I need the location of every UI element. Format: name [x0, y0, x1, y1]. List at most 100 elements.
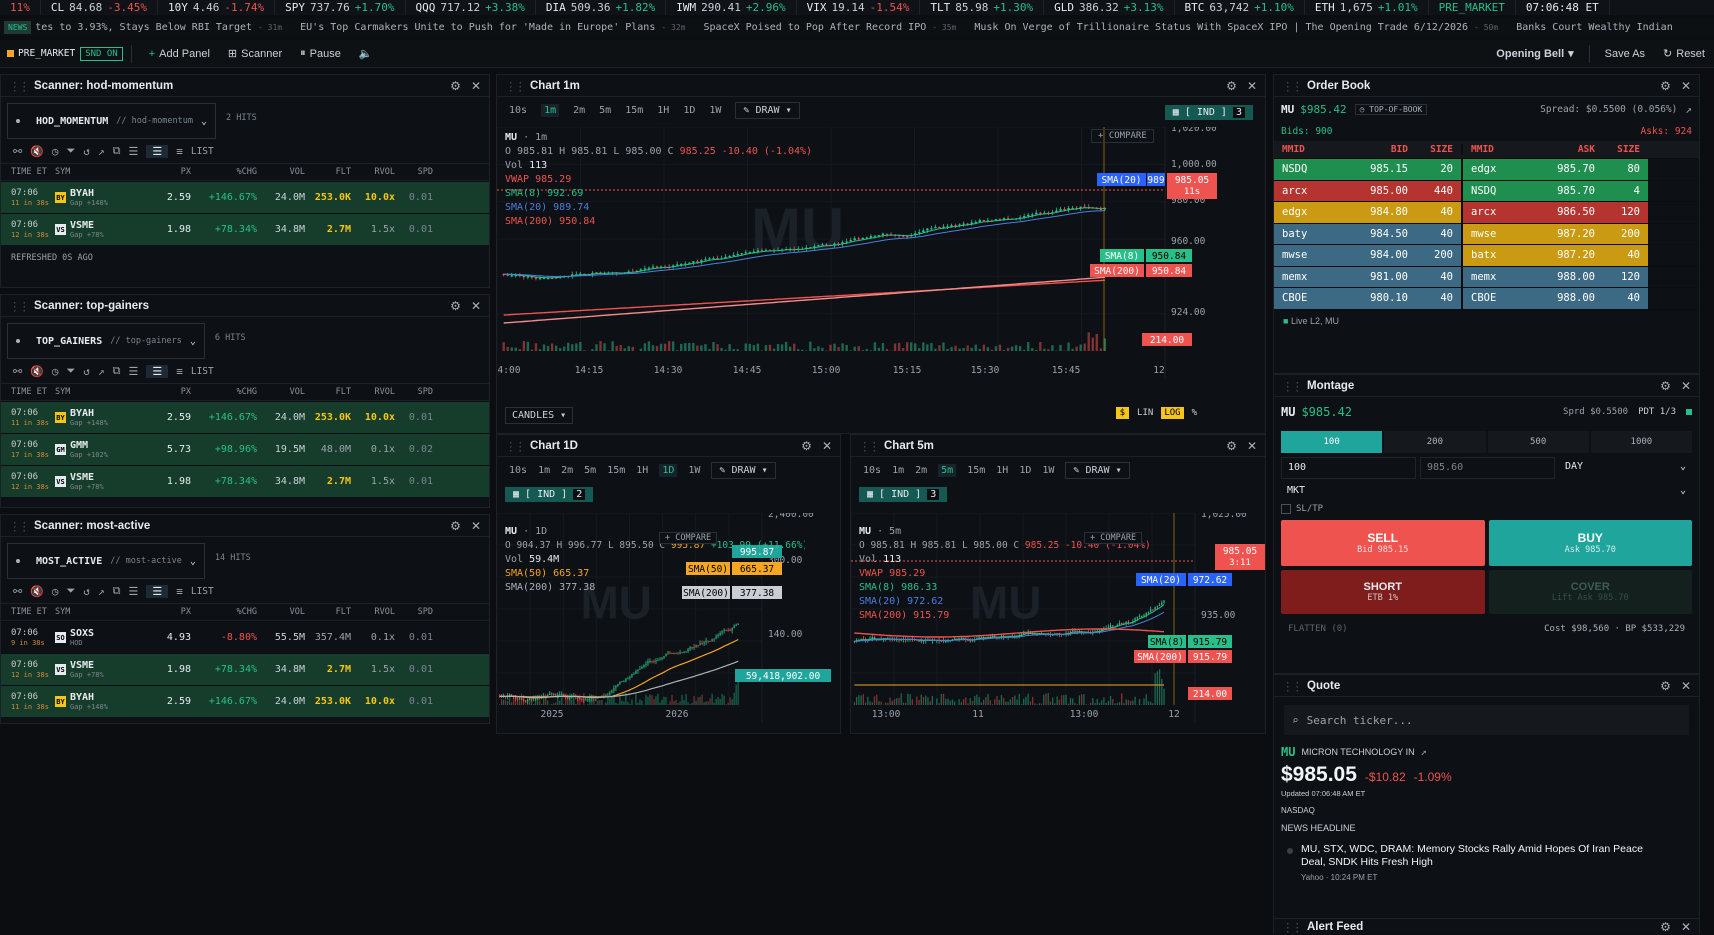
column-header-cell[interactable]: %CHG	[191, 167, 257, 177]
compare-button[interactable]: + COMPARE	[659, 532, 717, 544]
ticker-item[interactable]: 10Y4.46-1.74%	[158, 0, 275, 15]
copy-icon[interactable]: ⧉	[113, 584, 121, 598]
clock-icon[interactable]: ◷	[52, 585, 59, 598]
external-link-icon[interactable]: ↗	[1421, 747, 1427, 758]
external-link-icon[interactable]: ↗	[98, 585, 105, 598]
timeframe-1H[interactable]: 1H	[657, 105, 669, 116]
copy-icon[interactable]: ⧉	[113, 144, 121, 158]
table-row[interactable]: 07:069 in 38sSOSOXSHOD4.93-8.80%55.5M357…	[1, 621, 489, 653]
timeframe-1D[interactable]: 1D	[1019, 465, 1031, 476]
cover-button[interactable]: COVERLift Ask 985.70	[1489, 570, 1693, 614]
search-input[interactable]: Search ticker...	[1307, 714, 1413, 727]
column-header-cell[interactable]: FLT	[305, 607, 351, 617]
ob-row[interactable]: baty984.5040mwse987.20200	[1274, 224, 1699, 246]
news-headline-item[interactable]: MU, STX, WDC, DRAM: Memory Stocks Rally …	[1274, 833, 1699, 882]
indicators-button[interactable]: ▦[ IND ]3	[859, 487, 947, 502]
mute-icon[interactable]: 🔇	[30, 365, 44, 378]
pause-button[interactable]: ⏸Pause	[291, 43, 350, 65]
column-header-cell[interactable]: SPD	[395, 387, 433, 397]
clock-icon[interactable]: ◷	[52, 145, 59, 158]
list-view-button[interactable]: LIST	[191, 366, 214, 377]
volume-button[interactable]: 🔈	[350, 43, 382, 65]
timeframe-1m[interactable]: 1m	[538, 465, 550, 476]
close-icon[interactable]: ✕	[1681, 379, 1691, 393]
column-header-cell[interactable]: %CHG	[191, 387, 257, 397]
ticker-item[interactable]: GLD386.32+3.13%	[1044, 0, 1174, 15]
news-item[interactable]: SpaceX Poised to Pop After Record IPO - …	[703, 19, 974, 36]
qty-preset-100[interactable]: 100	[1281, 431, 1382, 453]
close-icon[interactable]: ✕	[471, 79, 481, 93]
column-header-cell[interactable]: PX	[143, 167, 191, 177]
news-item[interactable]: Banks Court Wealthy Indian	[1516, 19, 1691, 36]
column-header-cell[interactable]: TIME ET	[11, 167, 55, 177]
table-row[interactable]: 07:0612 in 38sVSVSMEGap +78%1.98+78.34%3…	[1, 653, 489, 685]
mute-icon[interactable]: 🔇	[30, 585, 44, 598]
timeframe-1W[interactable]: 1W	[688, 465, 700, 476]
draw-tool-button[interactable]: ✎ DRAW ▾	[711, 462, 775, 479]
timeframe-2m[interactable]: 2m	[561, 465, 573, 476]
table-row[interactable]: 07:0612 in 38sVSVSMEGap +78%1.98+78.34%3…	[1, 213, 489, 245]
timeframe-2m[interactable]: 2m	[915, 465, 927, 476]
compact-view-icon[interactable]: ≡	[176, 145, 183, 158]
ob-row[interactable]: CBOE980.1040CBOE988.0040	[1274, 288, 1699, 310]
column-header-cell[interactable]: FLT	[305, 387, 351, 397]
indicators-button[interactable]: ▦[ IND ]2	[505, 487, 593, 502]
close-icon[interactable]: ✕	[1247, 439, 1257, 453]
history-icon[interactable]: ↺	[83, 365, 90, 378]
indicators-button[interactable]: ▦[ IND ]3	[1165, 105, 1253, 120]
gear-icon[interactable]: ⚙	[450, 79, 461, 93]
view-toggle-icon[interactable]: ☰	[146, 365, 168, 378]
filter-icon[interactable]: ⏷	[67, 584, 76, 598]
ticker-item[interactable]: VIX19.14-1.54%	[797, 0, 921, 15]
mute-icon[interactable]: 🔇	[30, 145, 44, 158]
column-header-cell[interactable]: VOL	[257, 167, 305, 177]
column-header-cell[interactable]: PX	[143, 607, 191, 617]
layout-select[interactable]: Opening Bell▾	[1487, 43, 1582, 65]
gear-icon[interactable]: ⚙	[1660, 79, 1671, 93]
gear-icon[interactable]: ⚙	[1660, 920, 1671, 934]
history-icon[interactable]: ↺	[83, 585, 90, 598]
ob-row[interactable]: arcx985.00440NSDQ985.704	[1274, 181, 1699, 203]
link-icon[interactable]: ⚯	[13, 145, 22, 158]
timeframe-1D[interactable]: 1D	[659, 464, 677, 477]
column-header-cell[interactable]: VOL	[257, 607, 305, 617]
order-type-select[interactable]: MKT⌄	[1274, 481, 1699, 500]
save-as-button[interactable]: Save As	[1596, 43, 1654, 65]
limit-price-input[interactable]: 985.60	[1420, 457, 1555, 479]
ob-row[interactable]: memx981.0040memx988.00120	[1274, 267, 1699, 289]
gear-icon[interactable]: ⚙	[1226, 439, 1237, 453]
column-header-cell[interactable]: RVOL	[351, 167, 395, 177]
close-icon[interactable]: ✕	[1247, 79, 1257, 93]
draw-tool-button[interactable]: ✎ DRAW ▾	[735, 102, 799, 119]
close-icon[interactable]: ✕	[1681, 679, 1691, 693]
ticker-item[interactable]: IWM290.41+2.96%	[666, 0, 796, 15]
timeframe-1H[interactable]: 1H	[636, 465, 648, 476]
menu-icon[interactable]: ☰	[128, 585, 138, 598]
scanner-select[interactable]: MOST_ACTIVE// most-active⌄	[7, 543, 205, 579]
close-icon[interactable]: ✕	[1681, 920, 1691, 934]
tif-select[interactable]: DAY⌄	[1559, 457, 1692, 479]
ticker-item[interactable]: BTC63,742+1.10%	[1175, 0, 1305, 15]
column-header-cell[interactable]: RVOL	[351, 607, 395, 617]
scale-lin[interactable]: LIN	[1135, 407, 1155, 419]
timeframe-15m[interactable]: 15m	[625, 105, 643, 116]
qty-preset-500[interactable]: 500	[1488, 431, 1589, 453]
clock-icon[interactable]: ◷	[52, 365, 59, 378]
scale-%[interactable]: %	[1190, 407, 1199, 419]
timeframe-1m[interactable]: 1m	[541, 104, 559, 117]
link-icon[interactable]: ⚯	[13, 365, 22, 378]
timeframe-5m[interactable]: 5m	[584, 465, 596, 476]
scale-log[interactable]: LOG	[1161, 407, 1183, 419]
column-header-cell[interactable]: VOL	[257, 387, 305, 397]
draw-tool-button[interactable]: ✎ DRAW ▾	[1065, 462, 1129, 479]
ticker-item[interactable]: SPY737.76+1.70%	[275, 0, 405, 15]
close-icon[interactable]: ✕	[822, 439, 832, 453]
close-icon[interactable]: ✕	[471, 519, 481, 533]
list-view-button[interactable]: LIST	[191, 586, 214, 597]
column-header-cell[interactable]: TIME ET	[11, 387, 55, 397]
close-icon[interactable]: ✕	[471, 299, 481, 313]
ticker-item[interactable]: 11%	[0, 0, 41, 15]
compact-view-icon[interactable]: ≡	[176, 365, 183, 378]
external-link-icon[interactable]: ↗	[98, 365, 105, 378]
sound-toggle[interactable]: SND ON	[80, 47, 123, 61]
